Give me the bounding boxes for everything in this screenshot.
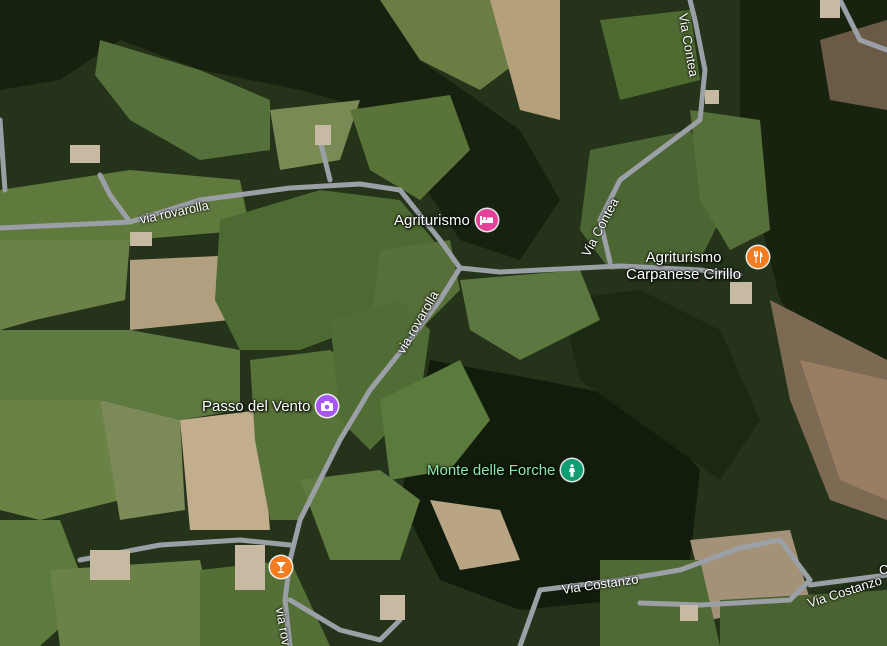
restaurant-icon [747, 246, 770, 268]
camera-icon [316, 395, 339, 417]
poi-bar[interactable] [270, 556, 292, 578]
poi-passo-del-vento[interactable]: Passo del Vento [202, 395, 339, 417]
poi-agriturismo[interactable]: Agriturismo [394, 209, 498, 231]
poi-monte-delle-forche[interactable]: Monte delle Forche [427, 459, 584, 481]
edge-label: C [879, 562, 887, 577]
poi-agriturismo-carpanese-cirillo[interactable]: Agriturismo Carpanese Cirillo [626, 246, 770, 283]
bed-icon [475, 209, 498, 231]
hiker-icon [561, 459, 584, 481]
satellite-map[interactable]: via rovarolla via rovarolla Via Contea V… [0, 0, 887, 646]
poi-label-line-2: Carpanese Cirillo [626, 266, 742, 283]
satellite-imagery [0, 0, 887, 646]
bar-icon [270, 556, 292, 578]
poi-label: Passo del Vento [202, 397, 311, 415]
poi-label: Agriturismo [394, 211, 470, 229]
poi-label-line-1: Agriturismo [645, 249, 722, 266]
poi-label: Agriturismo Carpanese Cirillo [626, 249, 741, 283]
poi-label: Monte delle Forche [427, 461, 556, 479]
